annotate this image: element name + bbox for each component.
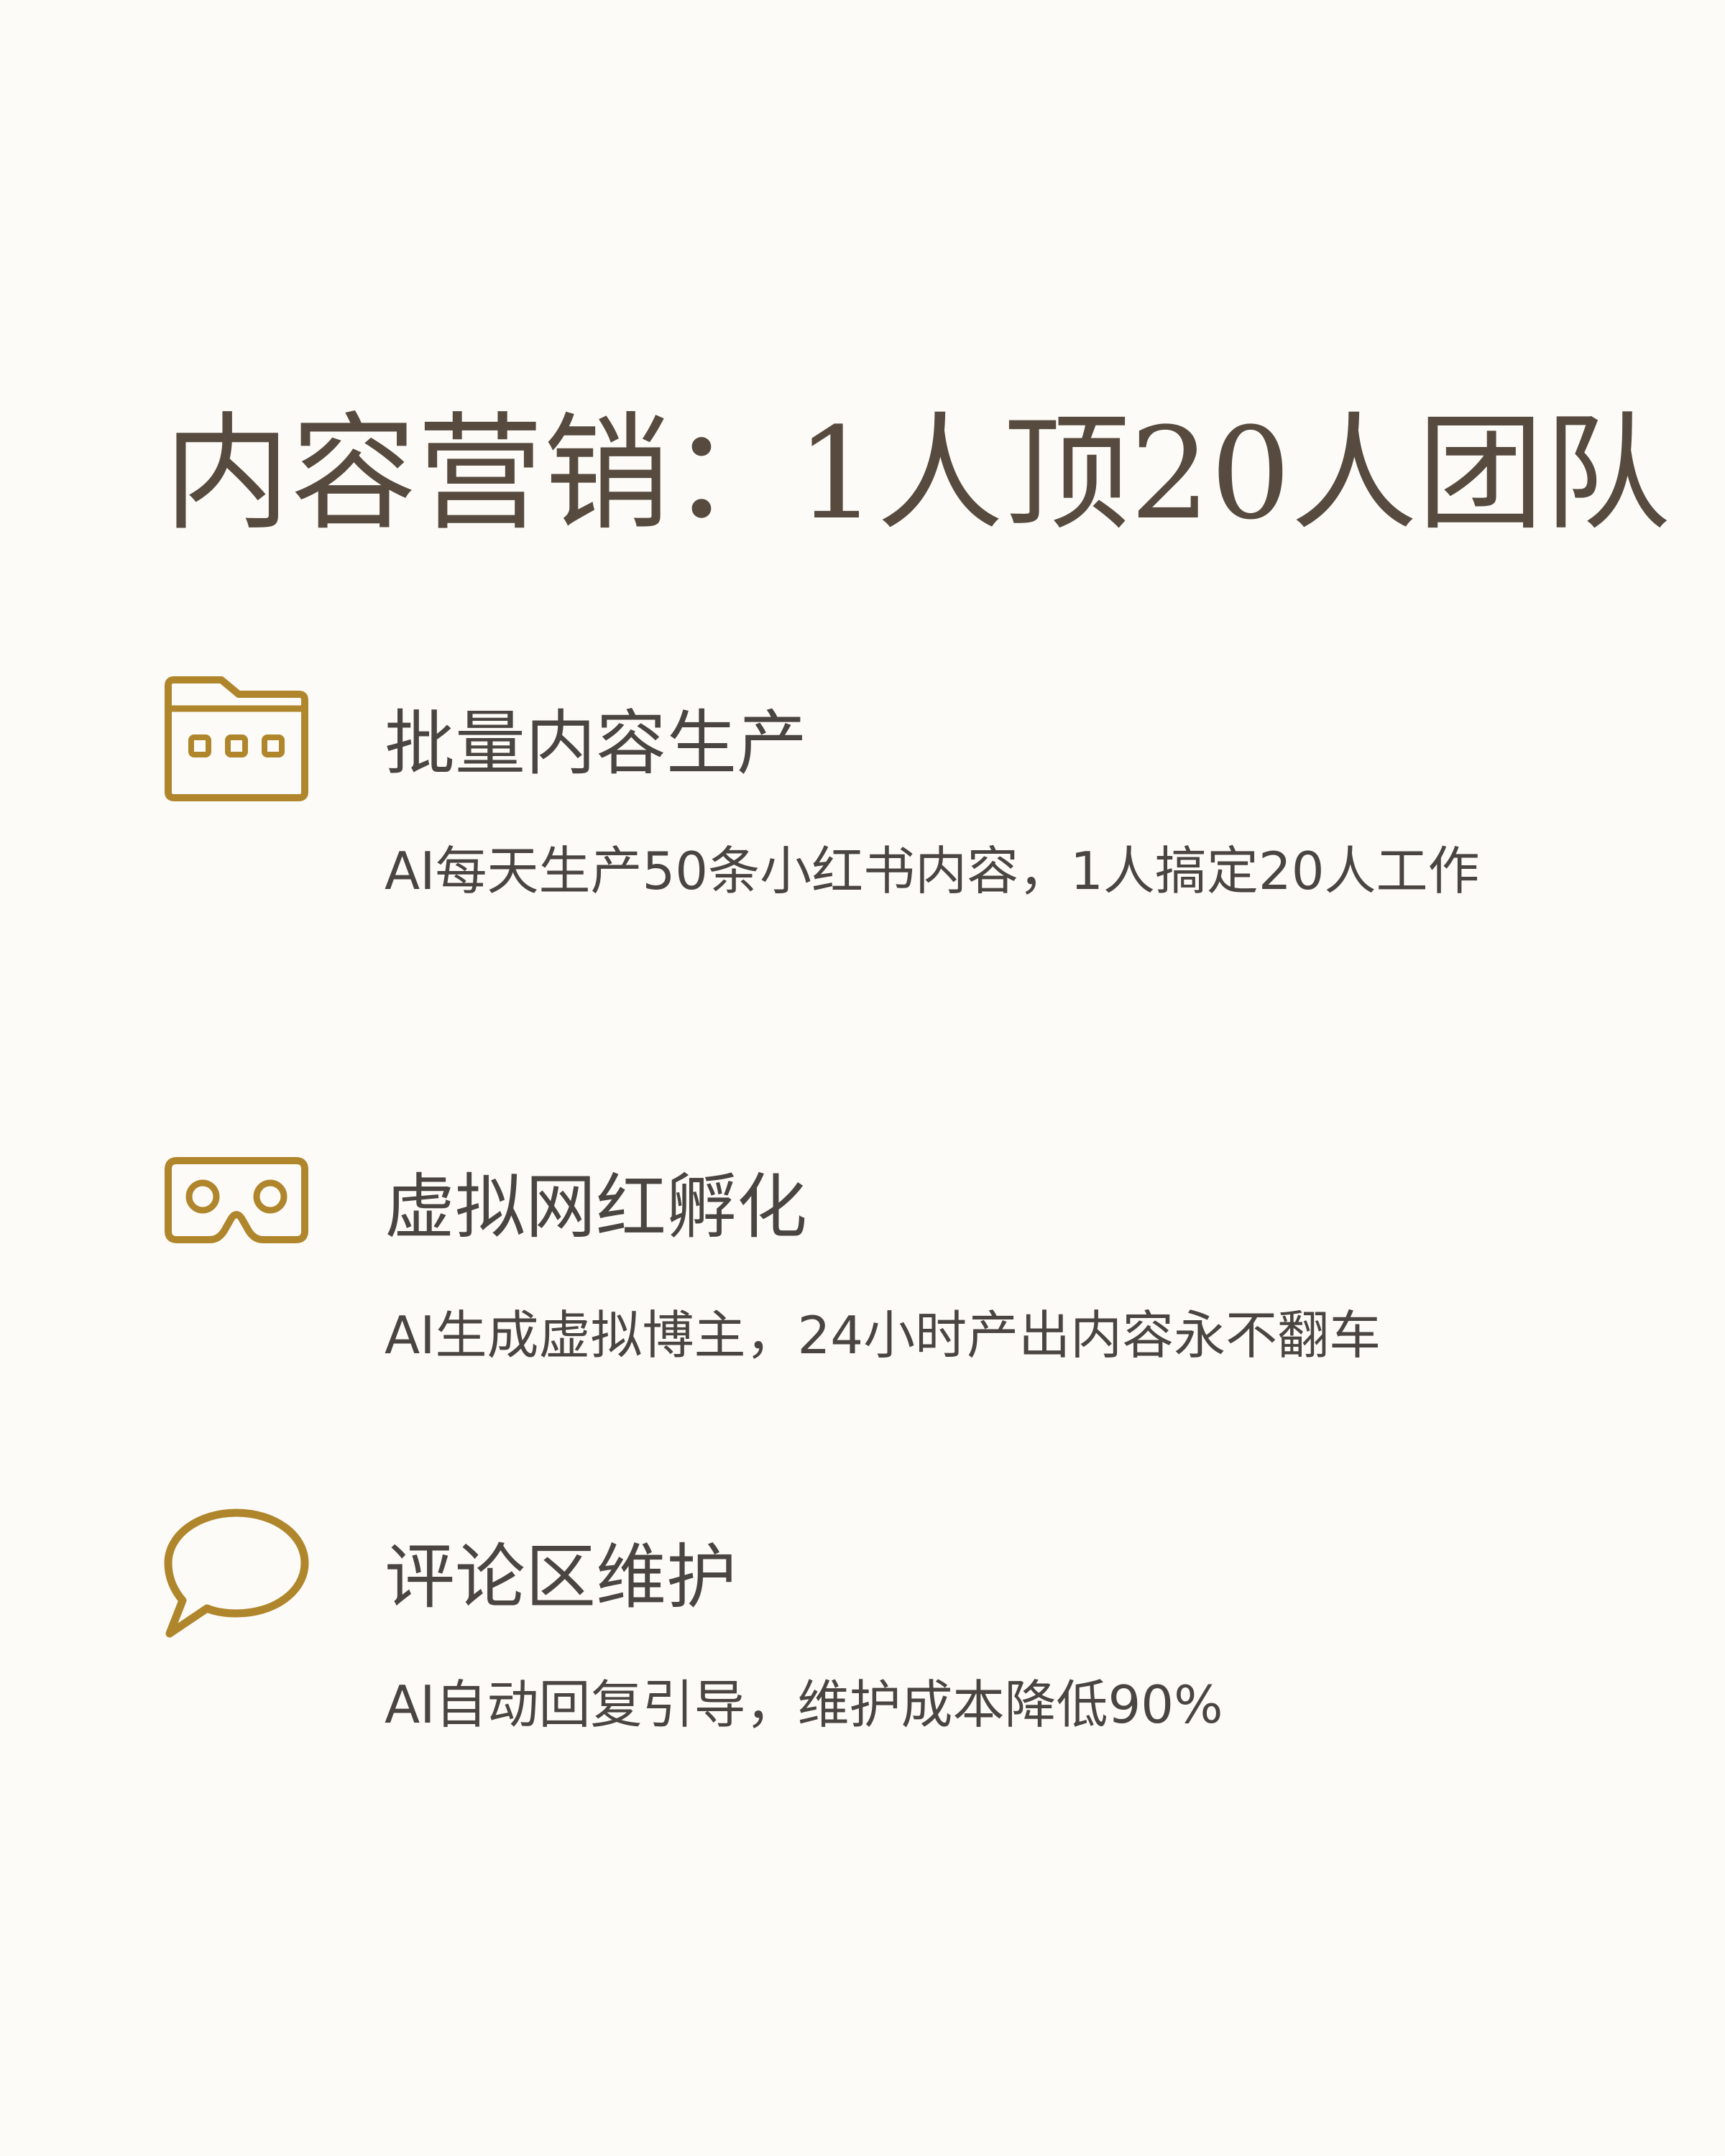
folder-icon [162,674,310,803]
feature-title: 评论区维护 [385,1537,737,1618]
feature-title: 虚拟网红孵化 [385,1166,808,1248]
vr-headset-icon [162,1153,310,1247]
feature-description: AI生成虚拟博主，24小时产出内容永不翻车 [385,1305,1381,1365]
page-title: 内容营销：1人顶20人团队 [164,400,1670,548]
feature-description: AI自动回复引导，维护成本降低90% [385,1674,1223,1735]
feature-title: 批量内容生产 [385,703,808,785]
feature-description: AI每天生产50条小红书内容，1人搞定20人工作 [385,841,1480,901]
speech-bubble-icon [162,1506,310,1639]
